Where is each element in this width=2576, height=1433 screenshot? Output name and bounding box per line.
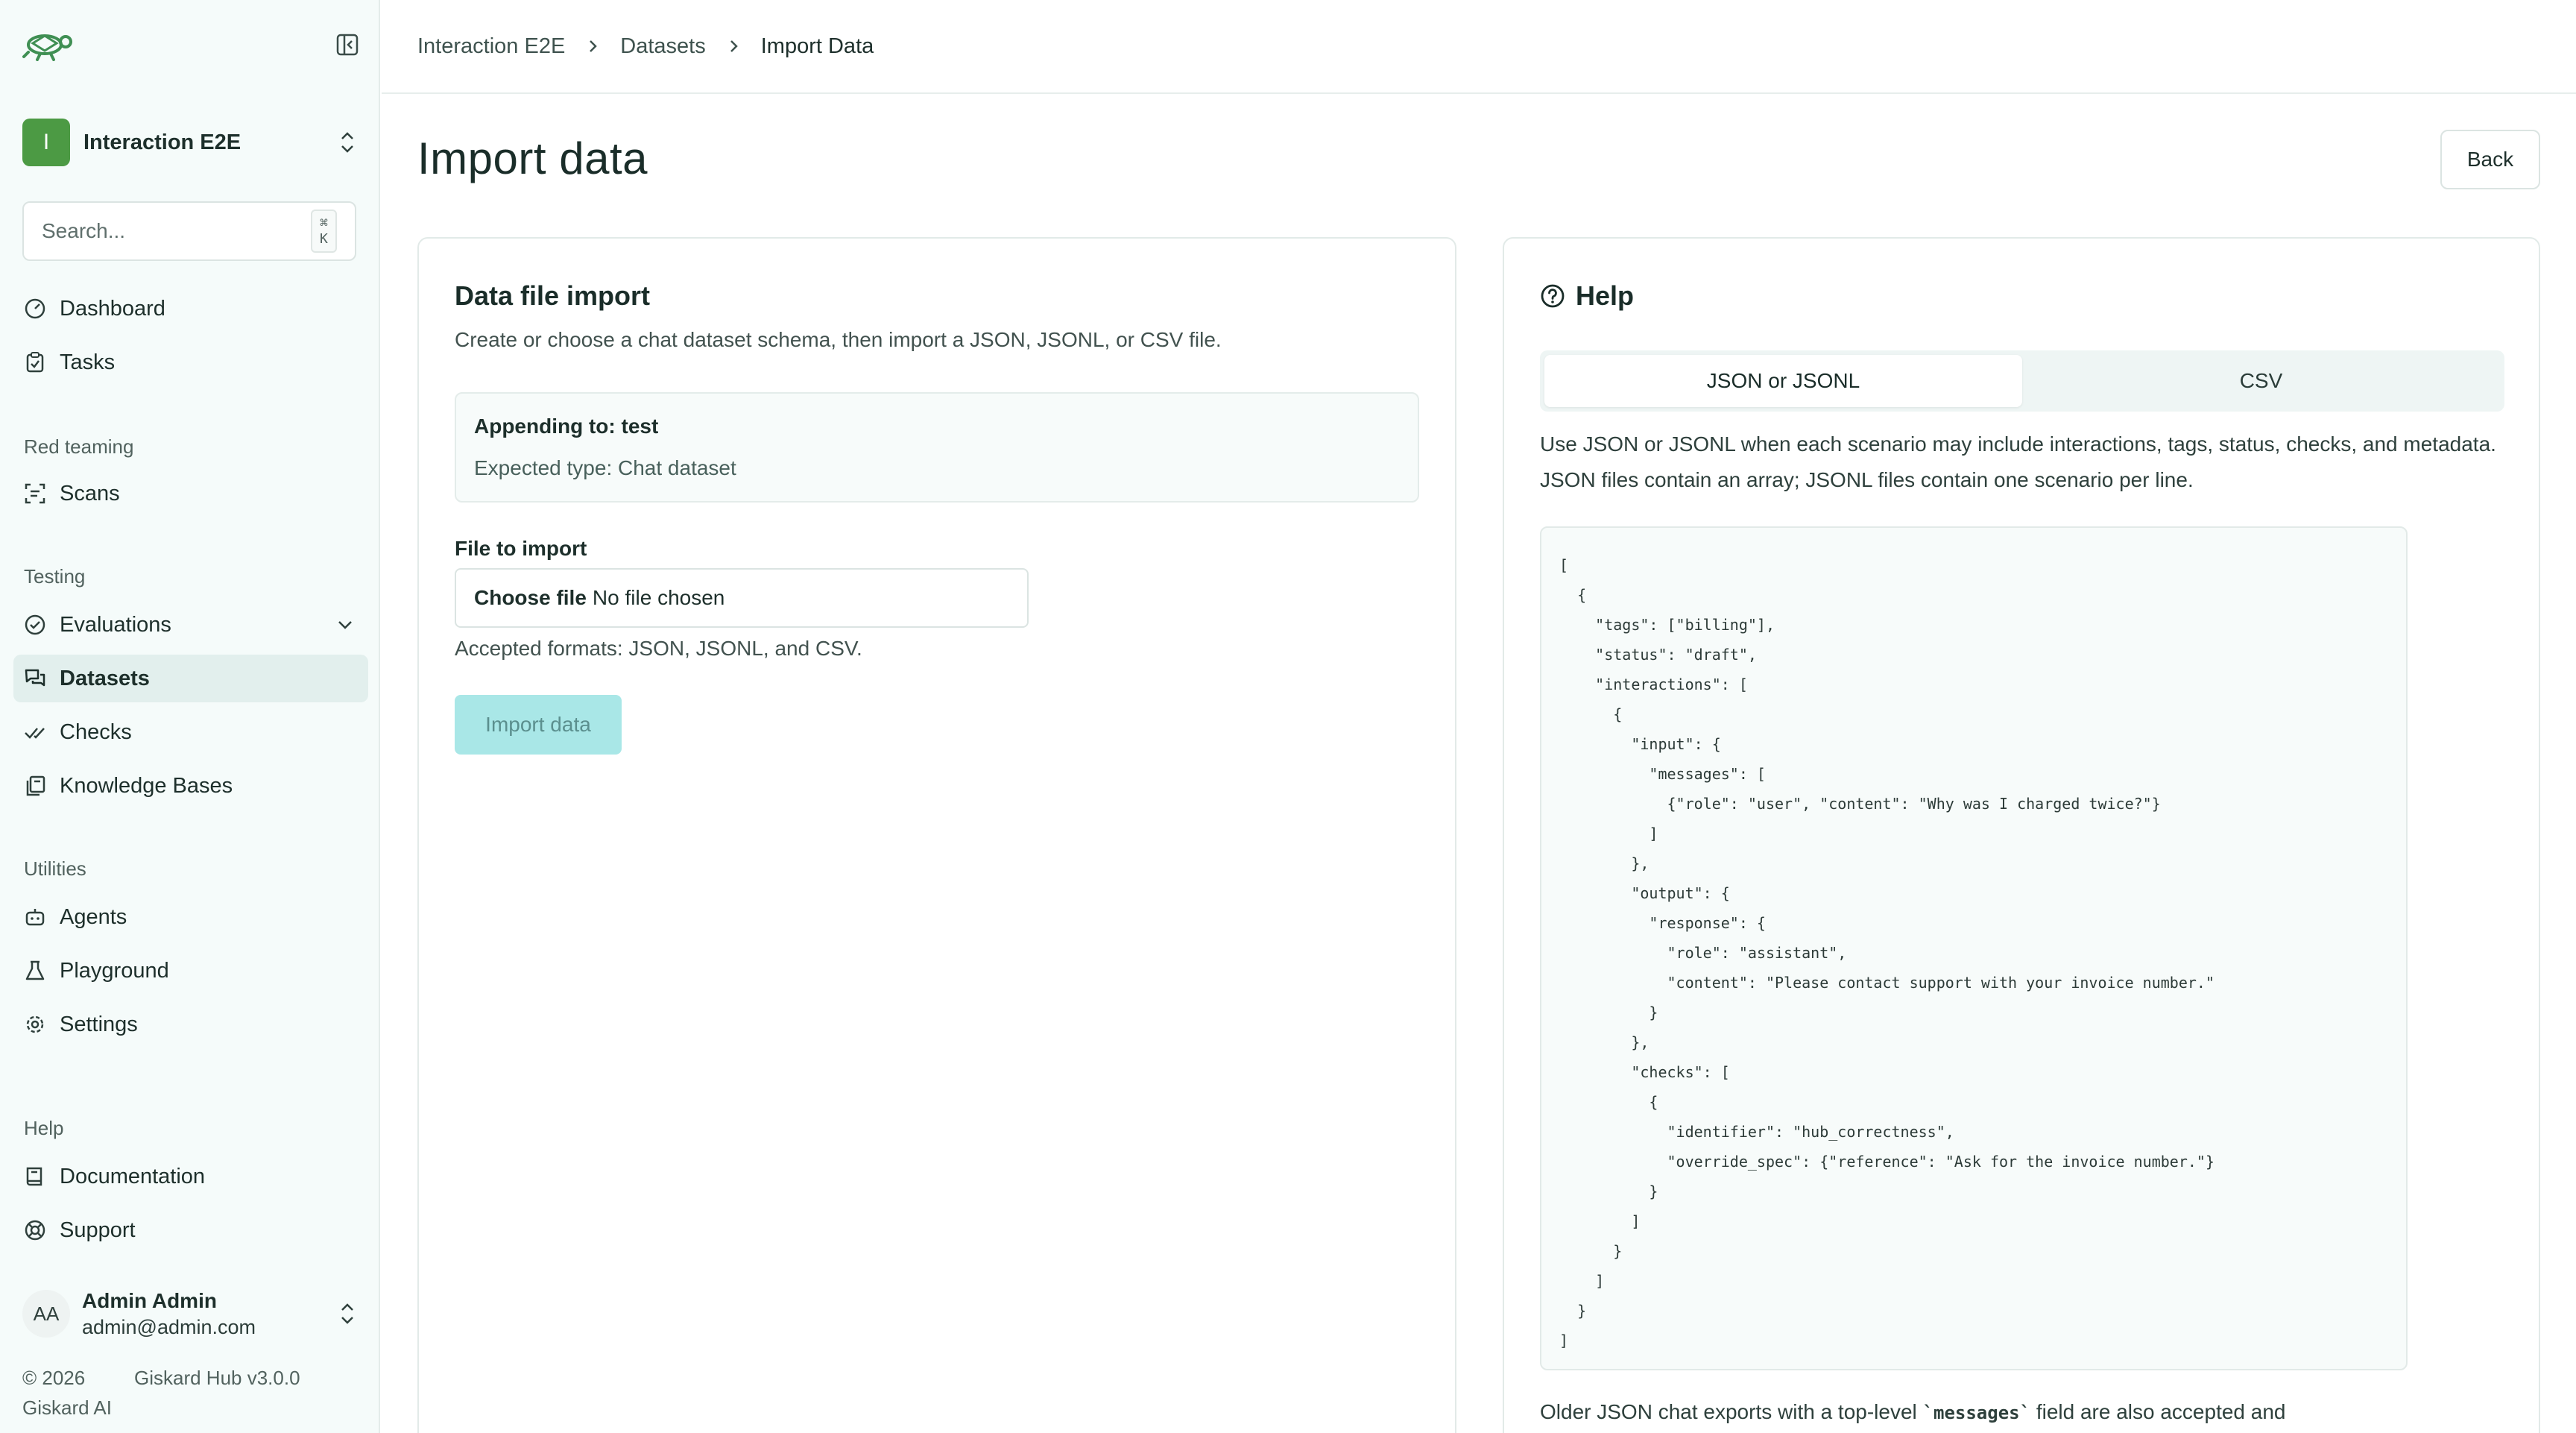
sidebar-item-label: Evaluations xyxy=(60,612,171,637)
avatar: AA xyxy=(22,1290,70,1338)
gear-icon xyxy=(26,1015,44,1033)
expected-type-text: Expected type: Chat dataset xyxy=(474,456,736,479)
tab-csv[interactable]: CSV xyxy=(2022,355,2500,407)
flask-icon xyxy=(25,960,45,980)
gauge-icon xyxy=(25,298,45,319)
append-target-box: Appending to: test Expected type: Chat d… xyxy=(455,392,1419,503)
sidebar-item-knowledge-bases[interactable]: Knowledge Bases xyxy=(13,762,368,810)
help-note: Older JSON chat exports with a top-level… xyxy=(1540,1400,2286,1423)
giskard-logo-icon[interactable] xyxy=(22,25,75,61)
sidebar-item-label: Settings xyxy=(60,1012,138,1036)
chevron-right-icon xyxy=(730,40,738,52)
breadcrumb: Interaction E2E Datasets Import Data xyxy=(382,0,2576,94)
help-card-title: Help xyxy=(1540,280,1634,312)
inline-code: `messages` xyxy=(1922,1402,2031,1423)
sidebar-item-label: Scans xyxy=(60,481,120,506)
sidebar-item-agents[interactable]: Agents xyxy=(13,893,368,941)
sidebar-item-playground[interactable]: Playground xyxy=(13,947,368,995)
help-card: Help JSON or JSONL CSV Use JSON or JSONL… xyxy=(1503,237,2540,1433)
help-description: Use JSON or JSONL when each scenario may… xyxy=(1540,432,2496,491)
bot-icon xyxy=(25,909,45,926)
page-title: Import data xyxy=(417,133,648,183)
breadcrumb-project[interactable]: Interaction E2E xyxy=(417,34,565,59)
code-content: [ { "tags": ["billing"], "status": "draf… xyxy=(1559,556,2214,1349)
user-email: admin@admin.com xyxy=(82,1315,256,1338)
sidebar-footer: © 2026 Giskard AI Giskard Hub v3.0.0 xyxy=(22,1363,300,1423)
file-input-label: File to import xyxy=(455,537,587,560)
accepted-formats-text: Accepted formats: JSON, JSONL, and CSV. xyxy=(455,637,862,660)
sidebar-item-label: Agents xyxy=(60,904,127,929)
nav-group-help: Help xyxy=(24,1117,64,1139)
project-name: Interaction E2E xyxy=(83,130,242,154)
sidebar-item-label: Checks xyxy=(60,719,132,744)
check-circle-icon xyxy=(25,614,45,635)
nav-group-testing: Testing xyxy=(24,565,86,588)
clipboard-check-icon xyxy=(26,352,44,373)
scan-icon xyxy=(25,483,45,504)
sidebar-item-evaluations[interactable]: Evaluations xyxy=(13,601,368,649)
chevron-up-down-icon xyxy=(341,132,353,153)
collapse-sidebar-icon[interactable] xyxy=(335,33,359,57)
chevron-right-icon xyxy=(590,40,598,52)
chat-bubbles-icon xyxy=(25,669,45,687)
file-status-text: No file chosen xyxy=(592,586,725,609)
library-icon xyxy=(26,775,45,796)
back-button[interactable]: Back xyxy=(2440,130,2540,189)
chevron-down-icon[interactable] xyxy=(335,615,355,634)
tab-json-jsonl[interactable]: JSON or JSONL xyxy=(1544,355,2022,407)
sidebar-item-label: Playground xyxy=(60,958,169,983)
sidebar-item-label: Dashboard xyxy=(60,296,165,321)
sidebar-item-support[interactable]: Support xyxy=(13,1206,368,1254)
user-menu[interactable]: AA Admin Admin admin@admin.com xyxy=(22,1284,358,1344)
project-avatar: I xyxy=(22,119,70,166)
help-circle-icon xyxy=(1541,284,1565,308)
double-check-icon xyxy=(25,728,45,739)
search-input[interactable] xyxy=(42,219,311,243)
append-target-title: Appending to: test xyxy=(474,415,659,438)
import-card-title: Data file import xyxy=(455,280,651,311)
sidebar-item-label: Support xyxy=(60,1218,136,1242)
nav-group-utilities: Utilities xyxy=(24,857,86,880)
search-box[interactable]: ⌘ K xyxy=(22,201,356,261)
sidebar-item-datasets[interactable]: Datasets xyxy=(13,655,368,702)
book-icon xyxy=(26,1167,42,1186)
format-tabs: JSON or JSONL CSV xyxy=(1540,350,2504,412)
chevron-up-down-icon xyxy=(341,1303,353,1324)
file-input[interactable]: Choose file No file chosen xyxy=(455,568,1029,628)
sidebar-item-dashboard[interactable]: Dashboard xyxy=(13,285,368,333)
breadcrumb-current: Import Data xyxy=(760,34,874,58)
app-version: Giskard Hub v3.0.0 xyxy=(134,1367,300,1389)
sidebar-item-checks[interactable]: Checks xyxy=(13,708,368,756)
sidebar-item-tasks[interactable]: Tasks xyxy=(13,338,368,386)
import-data-button[interactable]: Import data xyxy=(455,695,622,755)
json-example-code: [ { "tags": ["billing"], "status": "draf… xyxy=(1540,526,2408,1370)
project-switcher[interactable]: I Interaction E2E xyxy=(22,118,358,167)
sidebar-item-documentation[interactable]: Documentation xyxy=(13,1153,368,1200)
import-card: Data file import Create or choose a chat… xyxy=(417,237,1456,1433)
sidebar-item-label: Documentation xyxy=(60,1164,206,1188)
copyright: © 2026 xyxy=(22,1367,86,1389)
choose-file-button[interactable]: Choose file xyxy=(474,586,587,610)
sidebar: I Interaction E2E ⌘ K Dashboard Tasks Re… xyxy=(0,0,380,1433)
company-name: Giskard AI xyxy=(22,1396,112,1419)
lifebuoy-icon xyxy=(25,1220,45,1241)
search-shortcut-badge: ⌘ K xyxy=(311,210,337,253)
sidebar-item-label: Tasks xyxy=(60,350,116,374)
nav-group-red-teaming: Red teaming xyxy=(24,435,134,458)
sidebar-item-settings[interactable]: Settings xyxy=(13,1001,368,1048)
sidebar-item-label: Datasets xyxy=(60,666,150,690)
sidebar-item-label: Knowledge Bases xyxy=(60,773,233,798)
sidebar-item-scans[interactable]: Scans xyxy=(13,470,368,517)
import-card-description: Create or choose a chat dataset schema, … xyxy=(455,328,1222,351)
user-name: Admin Admin xyxy=(82,1288,217,1312)
breadcrumb-datasets[interactable]: Datasets xyxy=(620,34,705,59)
